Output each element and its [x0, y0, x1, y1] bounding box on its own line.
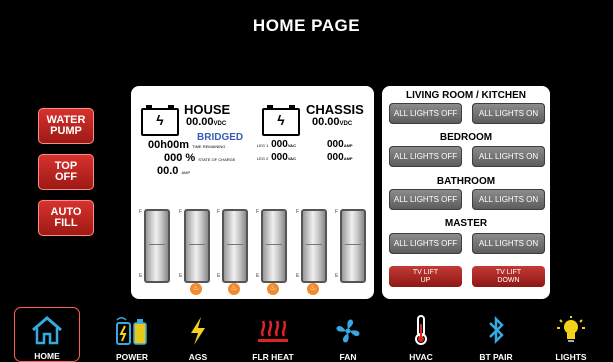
tank-gauge	[144, 209, 170, 283]
nav-hvac[interactable]: HVAC	[386, 307, 456, 362]
nav-lights[interactable]: LIGHTS	[536, 307, 606, 362]
tank-empty-mark: E	[217, 273, 221, 279]
master-lights-off-button[interactable]: ALL LIGHTS OFF	[389, 233, 462, 254]
tv-lift-up-button[interactable]: TV LIFT UP	[389, 266, 462, 287]
leg1-amps: 000AMP	[327, 139, 353, 150]
leg1-readout: LEG 1 000VAC	[257, 139, 296, 150]
tank-label: LPG	[341, 185, 360, 195]
nav-label: HVAC	[409, 352, 433, 362]
water-pump-button[interactable]: WATER PUMP	[38, 108, 94, 144]
auto-fill-button[interactable]: AUTO FILL	[38, 200, 94, 236]
house-battery-icon: ϟ	[141, 105, 179, 136]
tank-label: GREY2	[217, 185, 249, 195]
power-icon	[114, 311, 150, 346]
thermometer-icon	[411, 311, 431, 346]
tank-level: 000%	[257, 195, 287, 207]
nav-home[interactable]: HOME	[14, 307, 80, 362]
bedroom-lights-on-button[interactable]: ALL LIGHTS ON	[472, 146, 545, 167]
tank-empty-mark: E	[335, 273, 339, 279]
bathroom-lights-off-button[interactable]: ALL LIGHTS OFF	[389, 189, 462, 210]
chassis-battery-icon: ϟ	[262, 105, 300, 136]
home-icon	[30, 312, 64, 345]
top-off-button[interactable]: TOP OFF	[38, 154, 94, 190]
room-title-living: LIVING ROOM / KITCHEN	[406, 90, 526, 101]
page-title: HOME PAGE	[252, 16, 361, 35]
house-title: HOUSE	[184, 102, 231, 117]
tank-heater-icon[interactable]: ♨	[190, 283, 202, 295]
tank-full-mark: F	[256, 209, 260, 215]
tank-level: 000%	[218, 195, 248, 207]
tank-empty-mark: E	[139, 273, 143, 279]
fan-icon	[333, 311, 363, 346]
room-title-bedroom: BEDROOM	[439, 132, 493, 143]
tank-empty-mark: E	[296, 273, 300, 279]
tank-level: 000%	[297, 195, 327, 207]
nav-ags[interactable]: AGS	[163, 307, 233, 362]
leg2-amps: 000AMP	[327, 152, 353, 163]
tank-label: FRESH	[139, 185, 171, 195]
nav-fan[interactable]: FAN	[313, 307, 383, 362]
tank-label: GREY1	[179, 185, 211, 195]
nav-label: FAN	[339, 352, 357, 362]
tank-gauge	[222, 209, 248, 283]
house-amps: 00.0 AMP	[157, 165, 191, 177]
tank-gauge	[184, 209, 210, 283]
tank-heater-icon[interactable]: ♨	[228, 283, 240, 295]
bluetooth-icon	[486, 311, 506, 346]
tank-heater-icon[interactable]: ♨	[267, 283, 279, 295]
house-voltage: 00.00VDC	[186, 116, 227, 128]
bathroom-lights-on-button[interactable]: ALL LIGHTS ON	[472, 189, 545, 210]
nav-bt-pair[interactable]: BT PAIR	[461, 307, 531, 362]
nav-label: HOME	[34, 351, 60, 361]
tank-heater-icon[interactable]: ♨	[307, 283, 319, 295]
nav-label: AGS	[188, 352, 208, 362]
tank-full-mark: F	[335, 209, 339, 215]
tank-level: 000%	[180, 195, 210, 207]
floor-heat-icon	[255, 311, 291, 346]
nav-power[interactable]: POWER	[97, 307, 167, 362]
nav-label: FLR HEAT	[252, 352, 294, 362]
leg2-readout: LEG 2 000VAC	[257, 152, 296, 163]
tank-full-mark: F	[217, 209, 221, 215]
room-title-master: MASTER	[444, 218, 488, 229]
nav-label: BT PAIR	[479, 352, 513, 362]
master-lights-on-button[interactable]: ALL LIGHTS ON	[472, 233, 545, 254]
state-of-charge: 000 % STATE OF CHARGE	[164, 152, 236, 164]
living-lights-on-button[interactable]: ALL LIGHTS ON	[472, 103, 545, 124]
tank-full-mark: F	[296, 209, 300, 215]
lightning-icon	[186, 311, 210, 346]
tank-gauge	[340, 209, 366, 283]
nav-label: LIGHTS	[555, 352, 587, 362]
tank-label: BLACK1	[254, 185, 290, 195]
tank-label: BLACK2	[294, 185, 330, 195]
room-title-bathroom: BATHROOM	[436, 176, 496, 187]
nav-floor-heat[interactable]: FLR HEAT	[238, 307, 308, 362]
tv-lift-down-button[interactable]: TV LIFT DOWN	[472, 266, 545, 287]
nav-label: POWER	[115, 352, 149, 362]
tank-full-mark: F	[139, 209, 143, 215]
tank-empty-mark: E	[179, 273, 183, 279]
living-lights-off-button[interactable]: ALL LIGHTS OFF	[389, 103, 462, 124]
tank-level: 000%	[336, 195, 366, 207]
tank-gauge	[261, 209, 287, 283]
tank-gauge	[301, 209, 327, 283]
lightbulb-icon	[554, 311, 588, 346]
chassis-title: CHASSIS	[306, 102, 364, 117]
tank-full-mark: F	[179, 209, 183, 215]
chassis-voltage: 00.00VDC	[312, 116, 353, 128]
tank-empty-mark: E	[256, 273, 260, 279]
bedroom-lights-off-button[interactable]: ALL LIGHTS OFF	[389, 146, 462, 167]
tank-level: 000%	[140, 195, 170, 207]
time-remaining: 00h00m TIME REMAINING	[148, 139, 226, 151]
